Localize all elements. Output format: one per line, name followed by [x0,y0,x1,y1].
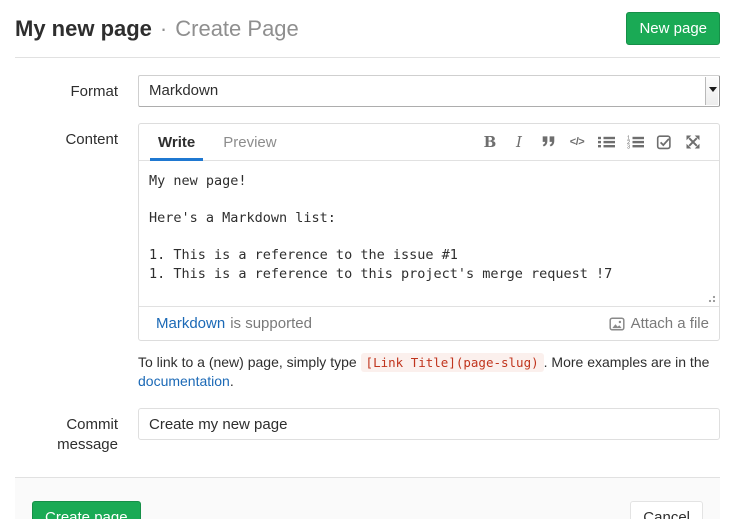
editor-header: Write Preview B I [139,124,719,161]
page-title-subtitle: Create Page [175,16,299,42]
bold-icon[interactable]: B [481,133,499,151]
tab-preview-label: Preview [223,134,276,151]
content-label: Content [15,123,118,391]
create-page-button[interactable]: Create page [32,501,141,519]
commit-message-label: Commit message [15,408,118,455]
tab-preview[interactable]: Preview [221,124,278,160]
textarea-wrapper: My new page! Here's a Markdown list: 1. … [139,161,719,306]
page-title: My new page · Create Page [15,16,299,42]
title-separator: · [160,16,167,42]
help-text: To link to a (new) page, simply type [Li… [138,353,720,391]
markdown-link[interactable]: Markdown [156,315,225,332]
documentation-link[interactable]: documentation [138,373,230,389]
new-page-button[interactable]: New page [626,12,720,45]
form-actions: Create page Cancel [15,477,720,519]
svg-text:3: 3 [627,145,630,150]
quote-icon[interactable] [539,133,557,151]
bullet-list-icon[interactable] [597,133,615,151]
commit-message-input[interactable] [138,408,720,440]
page-header: My new page · Create Page New page [15,0,720,58]
markdown-supported-text: is supported [230,315,312,332]
markdown-editor: Write Preview B I [138,123,720,341]
cancel-button[interactable]: Cancel [630,501,703,519]
commit-row: Commit message [15,408,720,455]
attach-file-label: Attach a file [631,315,709,332]
help-before-code: To link to a (new) page, simply type [138,354,361,370]
editor-tabs: Write Preview [156,124,279,160]
content-textarea[interactable]: My new page! Here's a Markdown list: 1. … [139,161,719,306]
tab-write[interactable]: Write [156,124,197,160]
task-list-icon[interactable] [655,133,673,151]
page-title-main: My new page [15,16,152,42]
chevron-down-icon [709,87,717,92]
format-row: Format Markdown [15,75,720,107]
image-icon [609,316,625,332]
numbered-list-icon[interactable]: 1 2 3 [626,133,644,151]
attach-file-button[interactable]: Attach a file [609,315,709,332]
inline-code: [Link Title](page-slug) [361,353,544,372]
editor-footer: Markdown is supported Attach a file [139,306,719,340]
wiki-create-page: My new page · Create Page New page Forma… [0,0,735,519]
italic-icon[interactable]: I [510,133,528,151]
help-after-link: . [230,373,234,389]
code-icon[interactable]: </> [568,133,586,151]
markdown-supported-note: Markdown is supported [156,315,312,332]
format-select-value: Markdown [149,82,218,99]
editor-toolbar: B I </> [481,124,702,160]
fullscreen-icon[interactable] [684,133,702,151]
format-select[interactable]: Markdown [138,75,720,107]
format-label: Format [15,75,118,107]
help-after-code: . More examples are in the [544,354,710,370]
tab-write-label: Write [158,134,195,151]
content-row: Content Write Preview B I [15,123,720,391]
